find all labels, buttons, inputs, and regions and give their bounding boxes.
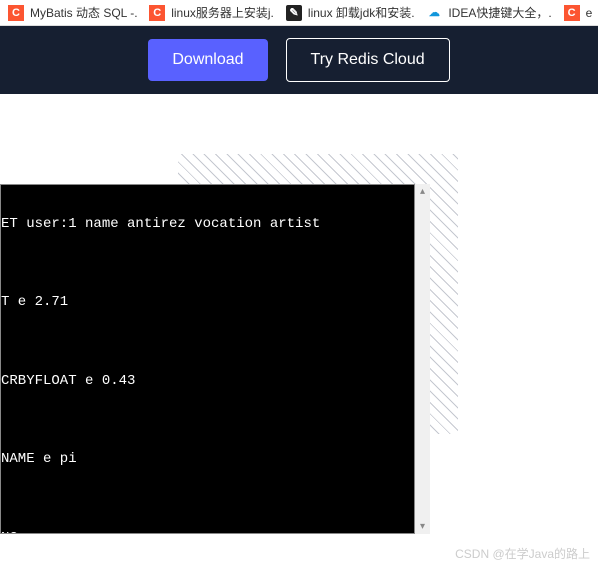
scroll-up-icon[interactable]: ▴ [415,184,430,199]
site-navbar: Download Try Redis Cloud [0,26,598,94]
content-area: ET user:1 name antirez vocation artist T… [0,94,598,568]
try-redis-cloud-button[interactable]: Try Redis Cloud [286,38,450,82]
terminal-wrap: ET user:1 name antirez vocation artist T… [0,184,430,534]
scrollbar[interactable]: ▴ ▾ [415,184,430,534]
redis-terminal[interactable]: ET user:1 name antirez vocation artist T… [0,184,415,534]
tab-label: e [586,6,593,20]
tab-idea-shortcuts[interactable]: ☁ IDEA快捷键大全，... [422,2,551,23]
scroll-down-icon[interactable]: ▾ [415,519,430,534]
dark-icon: ✎ [286,5,302,21]
csdn-icon: C [564,5,580,21]
csdn-icon: C [149,5,165,21]
tab-partial[interactable]: C e [560,3,594,23]
tab-label: linux服务器上安装j... [171,4,274,21]
tab-linux-install[interactable]: C linux服务器上安装j... [145,2,274,23]
csdn-icon: C [8,5,24,21]
tab-label: IDEA快捷键大全，... [448,4,551,21]
watermark: CSDN @在学Java的路上 [455,545,590,562]
tab-label: MyBatis 动态 SQL -... [30,4,137,21]
browser-tabs: C MyBatis 动态 SQL -... C linux服务器上安装j... … [0,0,598,26]
download-button[interactable]: Download [148,39,267,81]
tab-mybatis[interactable]: C MyBatis 动态 SQL -... [4,2,137,23]
tab-label: linux 卸载jdk和安装... [308,4,414,21]
tab-linux-uninstall[interactable]: ✎ linux 卸载jdk和安装... [282,2,414,23]
idea-icon: ☁ [426,5,442,21]
